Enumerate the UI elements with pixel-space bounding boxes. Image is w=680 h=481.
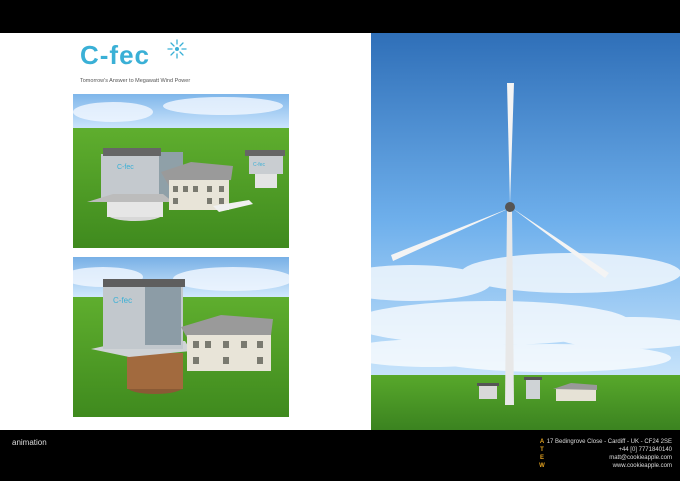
render-bottom-image: C-fec (73, 257, 289, 417)
footer-label: animation (12, 438, 47, 447)
turbine-image (371, 33, 680, 430)
render-top-logo: C-fec (117, 164, 134, 171)
contact-block: 17 Bedingrove Close - Cardiff - UK - CF2… (547, 438, 672, 470)
contact-phone: +44 [0] 7771840140 (618, 447, 672, 453)
atew-letter: W (539, 463, 545, 469)
top-bar (0, 0, 680, 33)
render-top: C-fec C-fec (73, 94, 289, 248)
atew-letter: A (539, 439, 545, 445)
sun-icon (167, 39, 187, 59)
atew-mark: A T E W (538, 438, 546, 470)
svg-text:C-fec: C-fec (253, 162, 265, 168)
atew-letter: E (539, 455, 544, 461)
brand-tagline: Tomorrow's Answer to Megawatt Wind Power (80, 78, 191, 84)
atew-letter: T (540, 447, 544, 453)
contact-address: 17 Bedingrove Close - Cardiff - UK - CF2… (546, 439, 672, 445)
render-top-image: C-fec C-fec (73, 94, 289, 248)
render-bottom-logo: C-fec (113, 296, 132, 305)
contact-website[interactable]: www.cookieapple.com (547, 462, 672, 470)
brand-logo: C-fec (80, 39, 200, 74)
turbine-panel (371, 33, 680, 430)
render-bottom: C-fec (73, 257, 289, 417)
contact-email[interactable]: matt@cookieapple.com (547, 454, 672, 462)
brand-logo-text: C-fec (80, 40, 151, 70)
